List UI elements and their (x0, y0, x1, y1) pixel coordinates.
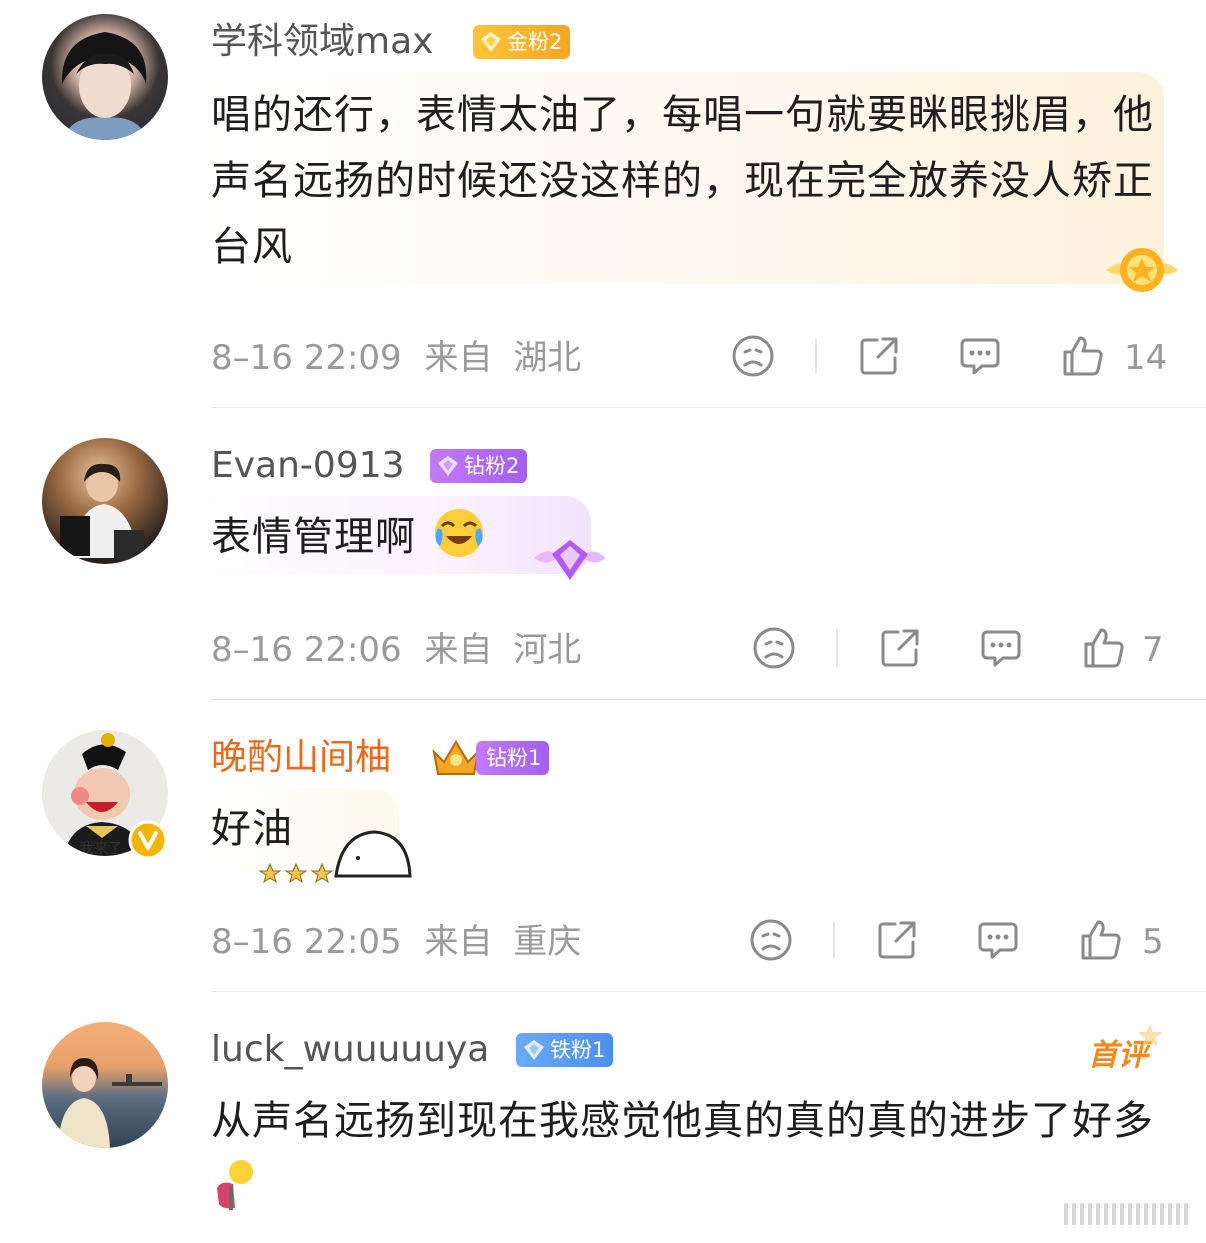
laugh-cry-emoji (434, 509, 483, 557)
watermark-decoration (1064, 1203, 1188, 1225)
like-icon[interactable] (1079, 918, 1123, 962)
thinking-emoji (217, 1160, 253, 1210)
fan-badge[interactable]: 钻粉2 (430, 449, 528, 483)
comment-icon[interactable] (976, 918, 1020, 962)
share-icon[interactable] (878, 626, 922, 670)
comment-icon[interactable] (958, 334, 1002, 378)
username[interactable]: luck_wuuuuuya (211, 1028, 489, 1072)
username[interactable]: 学科领域max (211, 20, 433, 64)
separator (833, 922, 835, 958)
avatar[interactable] (42, 438, 168, 564)
share-icon[interactable] (875, 918, 919, 962)
diamond-level-icon (534, 540, 606, 580)
avatar[interactable] (42, 14, 168, 140)
like-icon[interactable] (1082, 626, 1126, 670)
like-count: 5 (1142, 922, 1164, 962)
comment-time: 8–16 22:09 (211, 338, 402, 378)
fan-badge[interactable]: 钻粉1 (476, 741, 550, 775)
avatar-caption: 我来了 (80, 841, 122, 856)
comment-meta: 8–16 22:09 来自 湖北 (211, 338, 581, 378)
badge-label: 金粉2 (507, 30, 563, 54)
like-icon[interactable] (1061, 334, 1105, 378)
gold-level-icon (1106, 248, 1178, 292)
comment-item: 我来了 晚酌山间柚 钻粉1 好油 8–16 22:05 来自 重庆 5 (0, 700, 1206, 992)
badge-label: 钻粉2 (464, 454, 520, 478)
username[interactable]: 晚酌山间柚 (211, 736, 391, 780)
share-icon[interactable] (857, 334, 901, 378)
fan-badge[interactable]: 铁粉1 (516, 1033, 614, 1067)
username[interactable]: Evan-0913 (211, 444, 405, 488)
source-label: 来自 (424, 922, 493, 962)
separator (815, 338, 817, 374)
comment-text-content: 表情管理啊 (211, 514, 416, 560)
badge-label: 钻粉1 (486, 746, 542, 770)
verified-icon (128, 820, 168, 860)
comment-meta: 8–16 22:05 来自 重庆 (211, 922, 581, 962)
comment-item: luck_wuuuuuya 铁粉1 首评 从声名远扬到现在我感觉他真的真的真的进… (0, 992, 1206, 1243)
gold-diamond-icon (481, 32, 501, 52)
sad-face-icon[interactable] (752, 626, 796, 670)
sad-face-icon[interactable] (731, 334, 775, 378)
star-icon (1138, 1024, 1162, 1047)
comment-icon[interactable] (979, 626, 1023, 670)
comment-text: 从声名远扬到现在我感觉他真的真的真的进步了好多 (211, 1088, 1161, 1220)
avatar[interactable] (42, 1022, 168, 1148)
purple-diamond-icon (438, 456, 458, 476)
fan-badge[interactable]: 金粉2 (473, 25, 571, 59)
comment-time: 8–16 22:06 (211, 630, 402, 670)
source-label: 来自 (424, 338, 493, 378)
comment-item: 学科领域max 金粉2 唱的还行，表情太油了，每唱一句就要眯眼挑眉，他声名远扬的… (0, 0, 1206, 408)
separator (836, 630, 838, 666)
comment-time: 8–16 22:05 (211, 922, 402, 962)
like-count: 7 (1142, 630, 1164, 670)
comment-location: 湖北 (513, 338, 582, 378)
comment-text: 唱的还行，表情太油了，每唱一句就要眯眼挑眉，他声名远扬的时候还没这样的，现在完全… (211, 92, 1154, 270)
comment-text: 表情管理啊 (211, 504, 486, 570)
comment-item: Evan-0913 钻粉2 表情管理啊 8–16 22:06 来自 河北 7 (0, 408, 1206, 700)
source-label: 来自 (424, 630, 493, 670)
comment-location: 重庆 (513, 922, 582, 962)
comment-meta: 8–16 22:06 来自 河北 (211, 630, 581, 670)
comment-text-content: 从声名远扬到现在我感觉他真的真的真的进步了好多 (211, 1098, 1154, 1144)
blue-diamond-icon (524, 1040, 544, 1060)
sad-face-icon[interactable] (749, 918, 793, 962)
like-count: 14 (1124, 338, 1168, 378)
comment-location: 河北 (513, 630, 582, 670)
badge-label: 铁粉1 (550, 1038, 606, 1062)
bubble-decoration (258, 830, 412, 884)
